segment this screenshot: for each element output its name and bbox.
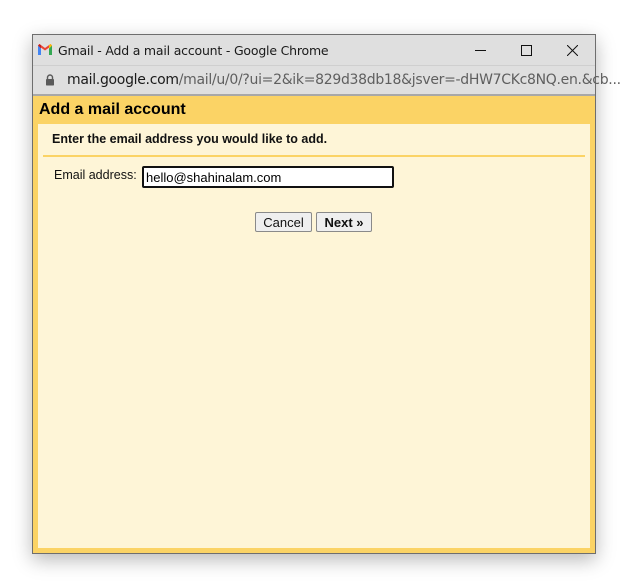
next-button[interactable]: Next » [316,212,372,232]
maximize-icon [520,44,532,56]
minimize-icon [474,49,486,51]
browser-window: Gmail - Add a mail account - Google Chro… [32,34,621,554]
gmail-icon [38,44,52,55]
dialog: Add a mail account Enter the email addre… [33,96,595,553]
url-text[interactable]: mail.google.com/mail/u/0/?ui=2&ik=829d38… [67,72,621,88]
dialog-title: Add a mail account [39,101,186,118]
title-bar: Gmail - Add a mail account - Google Chro… [33,35,595,65]
close-button[interactable] [549,35,595,65]
divider [43,155,585,157]
instruction-text: Enter the email address you would like t… [52,132,328,146]
close-icon [566,44,578,56]
email-field[interactable] [142,166,394,188]
cancel-button[interactable]: Cancel [255,212,312,232]
dialog-body: Enter the email address you would like t… [38,124,590,548]
email-label: Email address: [54,168,137,182]
window-title: Gmail - Add a mail account - Google Chro… [58,43,329,58]
lock-icon [46,74,54,86]
url-path: /mail/u/0/?ui=2&ik=829d38db18&jsver=-dHW… [178,72,621,88]
url-host: mail.google.com [67,72,179,88]
minimize-button[interactable] [457,35,503,65]
address-bar[interactable]: mail.google.com/mail/u/0/?ui=2&ik=829d38… [33,65,621,96]
maximize-button[interactable] [503,35,549,65]
